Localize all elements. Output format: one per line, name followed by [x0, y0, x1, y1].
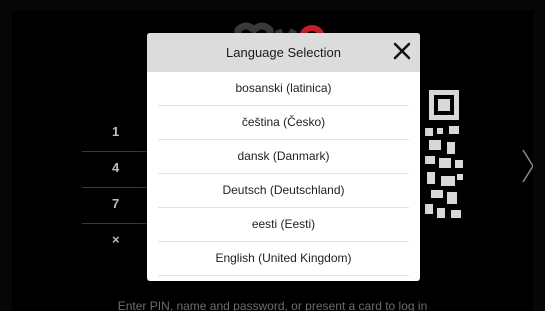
dialog-title: Language Selection	[226, 45, 341, 60]
dialog-header: Language Selection	[147, 33, 420, 72]
language-option[interactable]: bosanski (latinica)	[158, 72, 409, 106]
language-option[interactable]: čeština (Česko)	[158, 106, 409, 140]
language-option[interactable]: eesti (Eesti)	[158, 208, 409, 242]
language-option[interactable]: dansk (Danmark)	[158, 140, 409, 174]
language-selection-dialog: Language Selection bosanski (latinica) č…	[147, 33, 420, 281]
qr-code	[425, 90, 463, 218]
chevron-right-icon[interactable]	[520, 148, 533, 184]
language-option[interactable]: Deutsch (Deutschland)	[158, 174, 409, 208]
close-icon[interactable]	[392, 41, 412, 61]
language-option[interactable]: English (United Kingdom)	[158, 242, 409, 276]
login-hint: Enter PIN, name and password, or present…	[117, 299, 428, 311]
login-screen: 1 4 7 × Enter PIN, name and password, or…	[12, 10, 533, 311]
language-list: bosanski (latinica) čeština (Česko) dans…	[147, 72, 420, 276]
